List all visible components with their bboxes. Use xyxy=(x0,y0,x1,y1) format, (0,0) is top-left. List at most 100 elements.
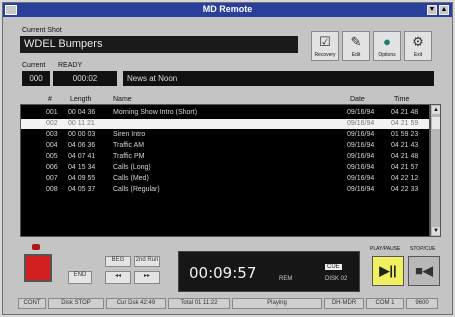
begin-button[interactable]: BEG xyxy=(105,256,131,267)
status-baud: 9600 xyxy=(406,298,438,309)
checkbox-icon: ☑ xyxy=(319,34,331,49)
play-pause-button[interactable]: ▶|| xyxy=(372,256,404,286)
options-button[interactable]: ● Options xyxy=(373,31,401,61)
fast-forward-button[interactable]: ▸▸ xyxy=(134,271,160,284)
track-length: 04 15 34 xyxy=(68,164,96,171)
rewind-button[interactable]: ◂◂ xyxy=(105,271,131,284)
track-name: Morning Show Intro (Short) xyxy=(113,109,198,116)
track-time: 04 22 33 xyxy=(391,186,419,193)
track-name: Calls (Long) xyxy=(113,164,151,171)
stop-cue-label: STOP/CUE xyxy=(410,246,436,252)
track-date: 09/16/94 xyxy=(347,109,375,116)
status-state: Playing xyxy=(232,298,322,309)
cue-indicator: CUE xyxy=(325,264,342,270)
edit-icon: ✎ xyxy=(350,34,362,49)
edit-label: Edit xyxy=(351,52,361,58)
status-cont: CONT xyxy=(18,298,46,309)
status-current-disk: Cur Dsk 42:49 xyxy=(106,298,166,309)
status-total: Total 01 11:22 xyxy=(168,298,230,309)
track-length: 04 05 37 xyxy=(68,186,96,193)
track-name: Calls (Regular) xyxy=(113,186,160,193)
track-time: 04 22 12 xyxy=(391,175,419,182)
window-title: MD Remote xyxy=(202,4,253,14)
scroll-thumb[interactable] xyxy=(432,117,440,129)
track-number: 008 xyxy=(46,186,58,193)
column-header-length[interactable]: Length xyxy=(70,96,91,103)
options-icon: ● xyxy=(383,34,391,49)
track-name: Calls (Med) xyxy=(113,175,149,182)
recovery-button[interactable]: ☑ Recovery xyxy=(311,31,339,61)
status-port: COM 1 xyxy=(366,298,404,309)
table-row[interactable]: 005 04 07 41 Traffic PM 09/16/94 04 21 4… xyxy=(21,152,429,162)
track-date: 09/16/94 xyxy=(347,142,375,149)
track-date: 09/16/94 xyxy=(347,164,375,171)
exit-button[interactable]: ⚙ Exit xyxy=(404,31,432,61)
track-name: Siren Intro xyxy=(113,131,146,138)
track-time: 04 21 43 xyxy=(391,142,419,149)
stop-cue-icon: ■◀ xyxy=(415,263,433,278)
play-pause-label: PLAY/PAUSE xyxy=(370,246,401,252)
track-number: 001 xyxy=(46,109,58,116)
track-length: 04 09 55 xyxy=(68,175,96,182)
track-time: 04 21 48 xyxy=(391,153,419,160)
second-run-button[interactable]: 2nd Run xyxy=(134,256,160,267)
track-number: 005 xyxy=(46,153,58,160)
play-pause-icon: ▶|| xyxy=(379,263,397,278)
track-list[interactable]: 001 00 04 36 Morning Show Intro (Short) … xyxy=(20,104,430,237)
recovery-label: Recovery xyxy=(314,52,336,58)
scroll-down-icon[interactable]: ▼ xyxy=(432,227,440,235)
ready-label: READY xyxy=(58,62,83,69)
status-device: DH-MDR xyxy=(324,298,364,309)
record-button[interactable] xyxy=(24,254,52,282)
column-header-number[interactable]: # xyxy=(48,96,52,103)
column-header-date[interactable]: Date xyxy=(350,96,365,103)
track-length: 04 07 41 xyxy=(68,153,96,160)
current-track-number: 000 xyxy=(22,71,50,86)
track-length: 00 04 36 xyxy=(68,109,96,116)
track-length: 00 11 21 xyxy=(68,120,95,127)
column-header-time[interactable]: Time xyxy=(394,96,409,103)
exit-icon: ⚙ xyxy=(412,34,424,49)
current-shot-field[interactable]: WDEL Bumpers xyxy=(20,36,298,53)
table-row[interactable]: 003 00 00 03 Siren Intro 09/16/94 01 59 … xyxy=(21,130,429,140)
table-row-selected[interactable]: 002 00 11 21 09/16/94 04 21 59 xyxy=(21,119,429,129)
track-time: 04 21 59 xyxy=(391,120,419,127)
table-row[interactable]: 001 00 04 36 Morning Show Intro (Short) … xyxy=(21,108,429,118)
column-header-name[interactable]: Name xyxy=(113,96,132,103)
scroll-up-icon[interactable]: ▲ xyxy=(432,106,440,114)
stop-cue-button[interactable]: ■◀ xyxy=(408,256,440,286)
current-shot-label: Current Shot xyxy=(22,27,62,34)
edit-button[interactable]: ✎ Edit xyxy=(342,31,370,61)
track-number: 006 xyxy=(46,164,58,171)
track-date: 09/16/94 xyxy=(347,153,375,160)
title-bar: MD Remote ▼ ▲ xyxy=(3,3,452,17)
table-row[interactable]: 004 04 06 36 Traffic AM 09/16/94 04 21 4… xyxy=(21,141,429,151)
track-name: Traffic PM xyxy=(113,153,145,160)
end-button[interactable]: END xyxy=(68,271,92,284)
ready-track-name: News at Noon xyxy=(123,71,434,86)
track-date: 09/16/94 xyxy=(347,120,375,127)
track-date: 09/16/94 xyxy=(347,186,375,193)
track-number: 007 xyxy=(46,175,58,182)
disk-indicator: DISK 02 xyxy=(325,276,348,282)
ready-track-number: 000:02 xyxy=(53,71,117,86)
rem-indicator: REM xyxy=(279,276,293,282)
track-length: 00 00 03 xyxy=(68,131,96,138)
track-name: Traffic AM xyxy=(113,142,145,149)
minimize-button[interactable]: ▼ xyxy=(427,5,437,15)
track-number: 003 xyxy=(46,131,58,138)
track-date: 09/16/94 xyxy=(347,175,375,182)
table-row[interactable]: 007 04 09 55 Calls (Med) 09/16/94 04 22 … xyxy=(21,174,429,184)
record-led xyxy=(32,244,40,250)
status-mode: Disk STOP xyxy=(48,298,104,309)
table-row[interactable]: 006 04 15 34 Calls (Long) 09/16/94 04 21… xyxy=(21,163,429,173)
exit-label: Exit xyxy=(413,52,423,58)
maximize-button[interactable]: ▲ xyxy=(439,5,449,15)
remaining-time: 00:09:57 xyxy=(189,264,257,282)
track-length: 04 06 36 xyxy=(68,142,96,149)
table-row[interactable]: 008 04 05 37 Calls (Regular) 09/16/94 04… xyxy=(21,185,429,195)
track-list-scrollbar[interactable]: ▲ ▼ xyxy=(430,104,441,237)
track-number: 004 xyxy=(46,142,58,149)
track-date: 09/16/94 xyxy=(347,131,375,138)
track-time: 04 21 48 xyxy=(391,109,419,116)
